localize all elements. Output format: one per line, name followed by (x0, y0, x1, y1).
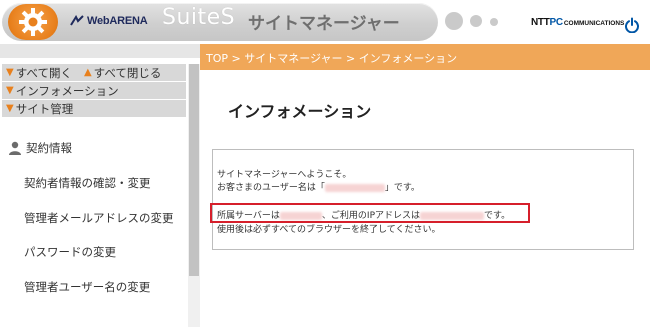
breadcrumb: TOP > サイトマネージャー > インフォメーション (206, 50, 457, 66)
username-suffix: 」です。 (384, 183, 420, 193)
sidebar-controls: ▼ すべて開く ▲ すべて閉じる ▼ インフォメーション ▼ サイト管理 (2, 64, 186, 118)
expand-all-label: すべて開く (15, 65, 72, 80)
breadcrumb-separator: > (228, 52, 245, 65)
collapse-all-label: すべて閉じる (93, 65, 162, 80)
collapse-all-button[interactable]: ▲ すべて閉じる (84, 65, 161, 81)
app-root: WebARENA SuiteS サイトマネージャー NTT PC COMMUNI… (0, 0, 650, 327)
username-line: お客さまのユーザー名は「 」です。 (217, 180, 420, 193)
contract-section-title: 契約情報 (26, 141, 72, 155)
company-logo-pc: PC (549, 17, 564, 28)
info-panel: サイトマネージャーへようこそ。 お客さまのユーザー名は「 」です。 所属サーバーは… (212, 149, 634, 250)
breadcrumb-bar: TOP > サイトマネージャー > インフォメーション (200, 44, 650, 70)
triangle-down-icon: ▼ (6, 103, 14, 114)
user-icon (9, 141, 21, 155)
decor-dot-medium (470, 15, 482, 27)
logout-power-icon[interactable] (624, 17, 640, 33)
triangle-down-icon: ▼ (6, 85, 14, 96)
breadcrumb-current: インフォメーション (358, 52, 458, 65)
expand-collapse-bar: ▼ すべて開く ▲ すべて閉じる (2, 64, 186, 81)
brand-name: WebARENA (87, 15, 148, 27)
company-logo-ntt: NTT (531, 17, 550, 28)
decor-dot-small (490, 18, 498, 26)
contract-section-header: 契約情報 (8, 140, 72, 156)
company-logo-communications: COMMUNICATIONS (563, 20, 625, 27)
sidebar-top-strip (0, 44, 200, 58)
redacted-username (324, 183, 385, 192)
app-header: WebARENA SuiteS サイトマネージャー NTT PC COMMUNI… (0, 0, 650, 44)
highlight-annotation (210, 203, 530, 223)
expand-all-button[interactable]: ▼ すべて開く (6, 65, 72, 81)
breadcrumb-top-link[interactable]: TOP (206, 52, 228, 65)
sidebar-link-password[interactable]: パスワードの変更 (24, 244, 116, 260)
suite-title: SuiteS (162, 5, 236, 30)
decor-dot-large (445, 12, 463, 30)
breadcrumb-site-manager-link[interactable]: サイトマネージャー (244, 52, 342, 65)
suite-subtitle: サイトマネージャー (248, 14, 400, 34)
gear-icon[interactable] (8, 4, 58, 40)
triangle-down-icon: ▼ (6, 67, 14, 78)
username-prefix: お客さまのユーザー名は「 (217, 183, 325, 193)
sidebar: ▼ すべて開く ▲ すべて閉じる ▼ インフォメーション ▼ サイト管理 契約情… (0, 44, 200, 327)
webarena-swoosh-icon (70, 15, 84, 26)
triangle-up-icon: ▲ (83, 67, 92, 78)
closing-note: 使用後は必ずすべてのブラウザーを終了してください。 (217, 225, 441, 235)
breadcrumb-separator: > (342, 52, 359, 65)
company-logo: NTT PC COMMUNICATIONS (531, 17, 624, 28)
sidebar-group-label: サイト管理 (15, 101, 74, 116)
sidebar-link-contract-info[interactable]: 契約者情報の確認・変更 (24, 175, 151, 191)
sidebar-group-information[interactable]: ▼ インフォメーション (2, 82, 186, 99)
webarena-logo: WebARENA (70, 13, 148, 29)
page-title: インフォメーション (228, 102, 372, 121)
sidebar-group-label: インフォメーション (15, 83, 119, 98)
welcome-text: サイトマネージャーへようこそ。 (217, 170, 352, 180)
sidebar-scrollbar-thumb[interactable] (189, 64, 199, 276)
sidebar-link-admin-username[interactable]: 管理者ユーザー名の変更 (24, 279, 150, 295)
sidebar-group-site-management[interactable]: ▼ サイト管理 (2, 100, 186, 117)
sidebar-link-admin-email[interactable]: 管理者メールアドレスの変更 (24, 210, 174, 226)
